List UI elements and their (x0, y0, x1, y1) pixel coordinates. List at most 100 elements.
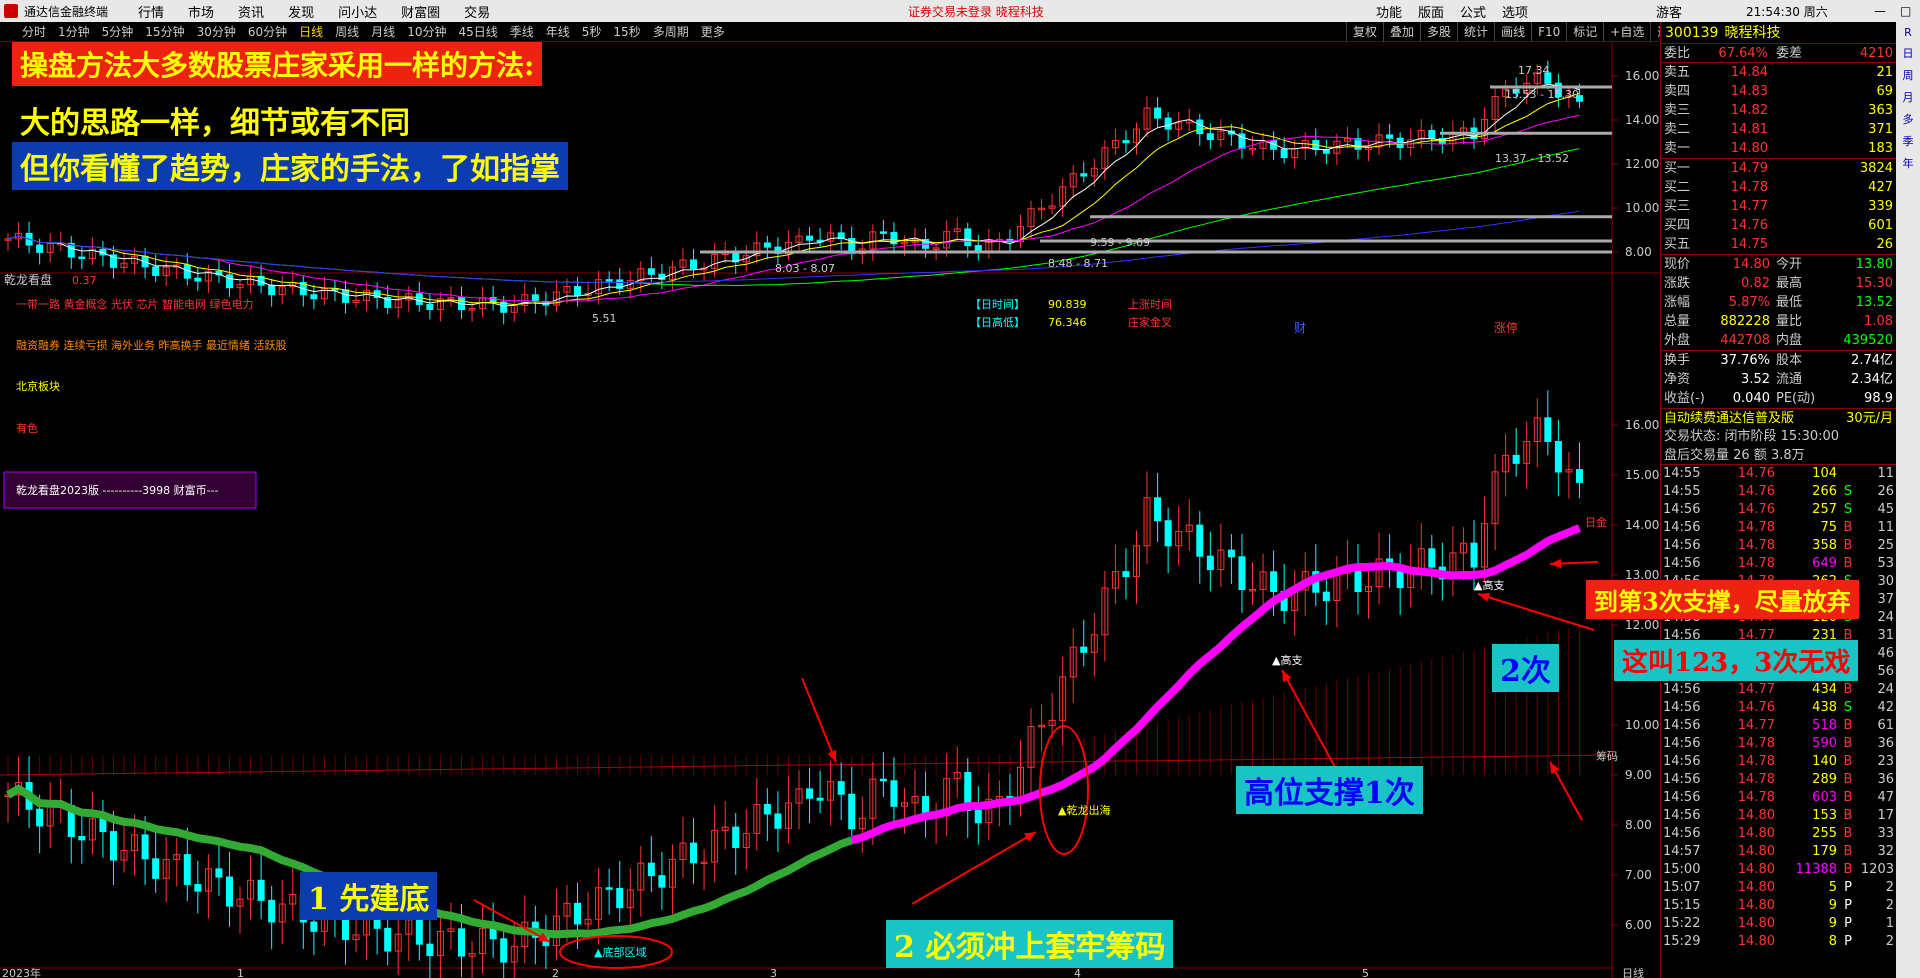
toolbar-button[interactable]: 画线 (1494, 22, 1531, 42)
period-tab[interactable]: 年线 (546, 23, 570, 40)
period-tab[interactable]: 45日线 (458, 23, 497, 40)
sidebar-button[interactable]: 月 (1903, 89, 1914, 105)
period-tab[interactable]: 季线 (510, 23, 534, 40)
tick-volume: 153 (1812, 808, 1837, 823)
stat-label: 量比 (1776, 314, 1803, 329)
tick-side: P (1844, 880, 1852, 895)
tick-count: 46 (1877, 646, 1894, 661)
period-tab[interactable]: 30分钟 (197, 23, 236, 40)
tick-count: 24 (1877, 682, 1894, 697)
lower-candle (1322, 591, 1330, 602)
arrow-to-chips (801, 677, 837, 763)
step1-annotation: 1 先建底 (300, 872, 438, 920)
stat-value: 98.9 (1864, 391, 1893, 406)
upper-candle (690, 259, 698, 270)
lower-axis-label: 10.00 (1625, 718, 1659, 732)
period-tab[interactable]: 多周期 (653, 23, 689, 40)
right-menu-item[interactable]: 版面 (1418, 2, 1444, 21)
period-tab[interactable]: 周线 (335, 23, 359, 40)
toolbar-button[interactable]: +自选 (1603, 22, 1650, 42)
tick-volume: 434 (1812, 682, 1837, 697)
stat-label: 内盘 (1776, 333, 1803, 348)
upper-candle (152, 266, 160, 276)
stat-value: 1.08 (1864, 314, 1893, 329)
tick-time: 14:56 (1663, 754, 1701, 769)
promo-text[interactable]: 自动续费通达信普及版 (1664, 409, 1794, 427)
tick-count: 37 (1877, 592, 1894, 607)
login-notice[interactable]: 证券交易未登录 晓程科技 (908, 3, 1044, 20)
sidebar-button[interactable]: R (1904, 26, 1912, 39)
tick-volume: 75 (1820, 520, 1837, 535)
tick-side: S (1843, 484, 1853, 499)
trade-state: 交易状态: 闭市阶段 15:30:00 (1664, 429, 1840, 444)
ri-high-value: 76.346 (1048, 316, 1087, 329)
right-menu-item[interactable]: 公式 (1460, 2, 1486, 21)
menu-item[interactable]: 交易 (464, 6, 490, 21)
upper-candle (341, 289, 349, 303)
toolbar-button[interactable]: 标记 (1566, 22, 1603, 42)
menu-item[interactable]: 行情 (138, 6, 164, 21)
promo-row[interactable]: 自动续费通达信普及版 30元/月 (1661, 408, 1896, 427)
tick-row: 14:56 14.78 358 B 25 (1661, 537, 1896, 555)
sector-label: 北京板块 (16, 379, 60, 393)
toolbar-button[interactable]: 复权 (1346, 22, 1383, 42)
toolbar-button[interactable]: F10 (1531, 22, 1566, 42)
stat-value: 882228 (1720, 314, 1770, 329)
lower-candle (36, 808, 44, 827)
period-tab[interactable]: 月线 (371, 23, 395, 40)
bid-row: 买一 14.79 3824 (1661, 159, 1896, 178)
tick-row: 14:56 14.76 438 S 42 (1661, 699, 1896, 717)
weicha-value: 4210 (1859, 46, 1893, 61)
bottom-zone-label: ▲底部区域 (594, 945, 646, 959)
menu-item[interactable]: 问小达 (338, 6, 377, 21)
clock: 21:54:30 周六 (1746, 4, 1828, 19)
period-tab[interactable]: 1分钟 (58, 23, 90, 40)
tick-time: 14:55 (1663, 466, 1701, 481)
tick-row: 14:56 14.78 140 B 23 (1661, 753, 1896, 771)
maximize-icon[interactable]: □ (1900, 4, 1911, 18)
sidebar-button[interactable]: 周 (1903, 67, 1914, 83)
sidebar-button[interactable]: 年 (1903, 155, 1914, 171)
quote-panel: 300139 晓程科技 委比 67.64% 委差 4210 卖五 14.84 21 卖四 14.83… (1660, 22, 1896, 978)
period-tab[interactable]: 5秒 (582, 23, 602, 40)
promo-price[interactable]: 30元/月 (1846, 409, 1893, 427)
ask-volume: 69 (1876, 84, 1893, 99)
lower-candle (1575, 469, 1583, 483)
period-tab[interactable]: 15秒 (613, 23, 640, 40)
news-marker[interactable]: 财 (1294, 321, 1306, 335)
indicator-title[interactable]: 乾龙看盘 (4, 272, 52, 287)
period-tab[interactable]: 5分钟 (102, 23, 134, 40)
toolbar-button[interactable]: 统计 (1457, 22, 1494, 42)
period-tab[interactable]: 日线 (299, 23, 323, 40)
menu-item[interactable]: 市场 (188, 6, 214, 21)
minimize-icon[interactable]: — (1874, 4, 1886, 18)
menu-item[interactable]: 资讯 (238, 6, 264, 21)
tick-row: 15:22 14.80 9 P 1 (1661, 915, 1896, 933)
tick-price: 14.80 (1737, 916, 1775, 931)
tick-time: 15:07 (1663, 880, 1701, 895)
user-label[interactable]: 游客 (1656, 2, 1682, 21)
sidebar-button[interactable]: 多 (1903, 111, 1914, 127)
sidebar-button[interactable]: 季 (1903, 133, 1914, 149)
period-tab[interactable]: 15分钟 (145, 23, 184, 40)
period-tab[interactable]: 分时 (22, 23, 46, 40)
right-menu-item[interactable]: 选项 (1502, 2, 1528, 21)
toolbar-button[interactable]: 叠加 (1383, 22, 1420, 42)
title-bar: 通达信金融终端 行情 市场 资讯 发现 问小达 财富圈 交易 证券交易未登录 晓程科技 功能… (0, 0, 1920, 22)
tick-side: B (1843, 790, 1853, 805)
tick-side: B (1843, 808, 1853, 823)
toolbar-button[interactable]: 多股 (1420, 22, 1457, 42)
ri-time-value: 90.839 (1048, 298, 1087, 311)
menu-item[interactable]: 发现 (288, 6, 314, 21)
bid-price: 14.76 (1730, 218, 1768, 233)
sidebar-button[interactable]: 日 (1903, 45, 1914, 61)
period-tab[interactable]: 60分钟 (248, 23, 287, 40)
right-menu-item[interactable]: 功能 (1376, 2, 1402, 21)
lower-axis-label: 9.00 (1625, 768, 1652, 782)
period-tab[interactable]: 更多 (701, 23, 725, 40)
stat-row: 净资 3.52 流通 2.34亿 (1661, 370, 1896, 389)
tick-count: 17 (1877, 808, 1894, 823)
menu-item[interactable]: 财富圈 (401, 6, 440, 21)
period-tab[interactable]: 10分钟 (407, 23, 446, 40)
high-support-label: ▲高支 (1272, 653, 1302, 667)
